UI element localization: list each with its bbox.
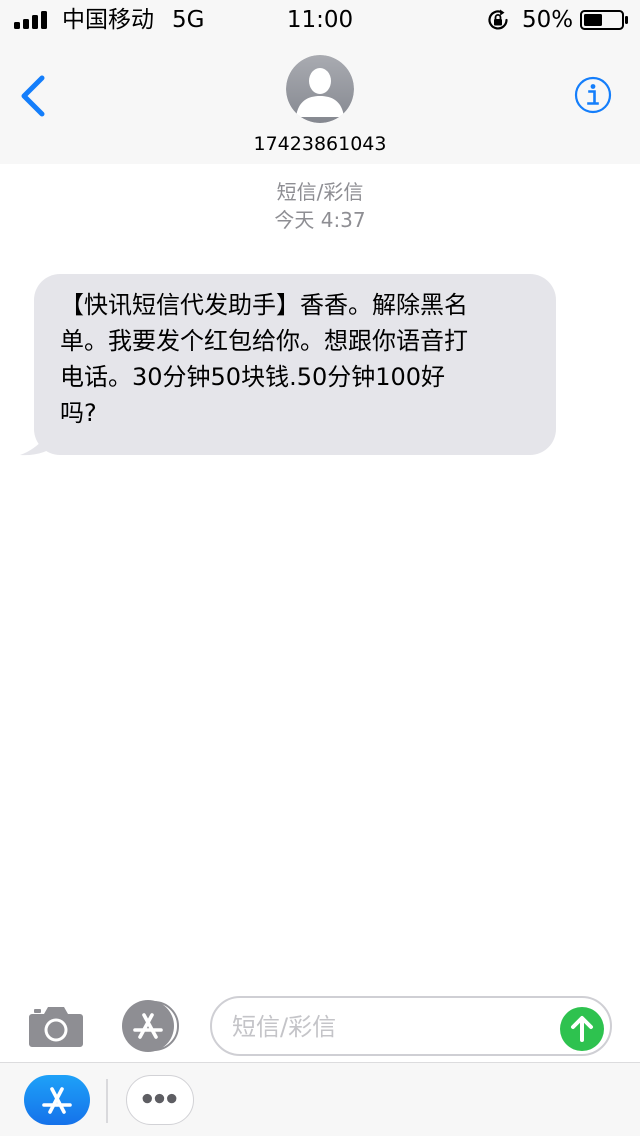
info-icon[interactable]	[574, 76, 612, 114]
message-line: 吗?	[60, 399, 97, 427]
more-dots-icon	[142, 1093, 177, 1104]
back-chevron-icon[interactable]	[14, 70, 54, 122]
camera-icon[interactable]	[28, 1004, 84, 1048]
contact-number[interactable]: 17423861043	[0, 132, 640, 156]
status-bar: 中国移动 5G 11:00 50%	[0, 0, 640, 40]
service-label: 短信/彩信	[276, 180, 364, 204]
battery-icon	[580, 10, 628, 30]
app-store-icon[interactable]	[24, 1075, 90, 1125]
imessage-app-drawer	[0, 1062, 640, 1136]
person-silhouette-icon	[286, 55, 354, 123]
thread-meta: 短信/彩信 今天 4:37	[0, 178, 640, 234]
conversation-header: 17423861043	[0, 40, 640, 164]
rotation-lock-icon	[488, 9, 508, 30]
incoming-message-bubble[interactable]: 【快讯短信代发助手】香香。解除黑名 单。我要发个红包给你。想跟你语音打 电话。3…	[34, 274, 556, 455]
message-timestamp: 今天 4:37	[274, 208, 366, 232]
contact-avatar[interactable]	[286, 55, 354, 123]
message-line: 电话。30分钟50块钱.50分钟100好	[60, 363, 446, 391]
message-line: 【快讯短信代发助手】香香。解除黑名	[60, 291, 468, 319]
app-store-icon[interactable]	[118, 1000, 180, 1052]
drawer-divider	[106, 1079, 108, 1123]
message-composer	[0, 990, 640, 1064]
send-arrow-icon[interactable]	[560, 1007, 604, 1051]
message-input-field[interactable]	[210, 996, 612, 1056]
message-line: 单。我要发个红包给你。想跟你语音打	[60, 327, 468, 355]
battery-percent: 50%	[522, 7, 574, 33]
more-apps-button[interactable]	[126, 1075, 194, 1125]
message-input[interactable]	[232, 1008, 552, 1046]
